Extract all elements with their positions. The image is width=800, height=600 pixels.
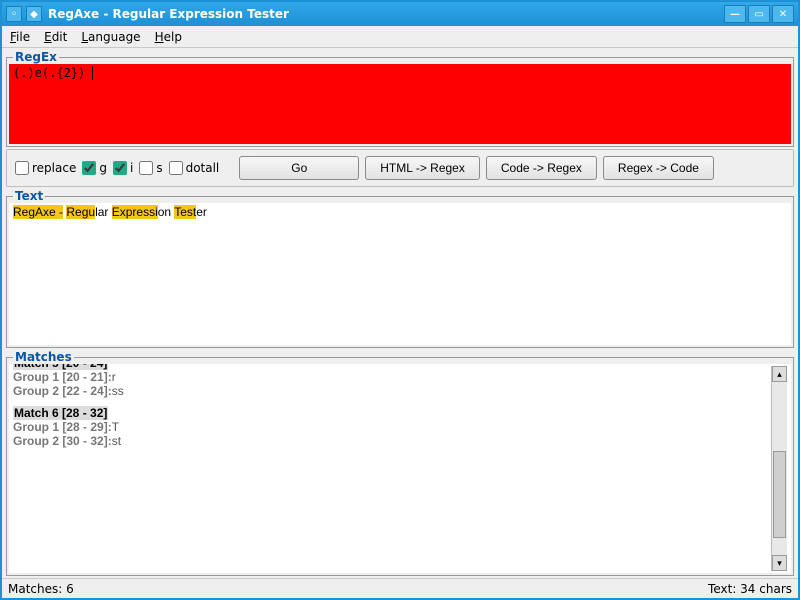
statusbar: Matches: 6 Text: 34 chars bbox=[2, 578, 798, 598]
titlebar: ◦ ◆ RegAxe - Regular Expression Tester —… bbox=[2, 2, 798, 26]
app-window: ◦ ◆ RegAxe - Regular Expression Tester —… bbox=[0, 0, 800, 600]
menu-help[interactable]: Help bbox=[155, 30, 182, 44]
menu-file[interactable]: File bbox=[10, 30, 30, 44]
regex-to-code-button[interactable]: Regex -> Code bbox=[603, 156, 714, 180]
dotall-checkbox[interactable]: dotall bbox=[169, 161, 220, 175]
html-to-regex-button[interactable]: HTML -> Regex bbox=[365, 156, 480, 180]
text-legend: Text bbox=[13, 189, 45, 203]
options-toolbar: replace g i s dotall Go HTML -> Regex Co… bbox=[6, 149, 794, 187]
i-checkbox[interactable]: i bbox=[113, 161, 133, 175]
matches-section: Matches Match 5 [20 - 24]Group 1 [20 - 2… bbox=[6, 350, 794, 576]
s-checkbox[interactable]: s bbox=[139, 161, 162, 175]
rollup-icon[interactable]: ◆ bbox=[26, 6, 42, 22]
matches-output: Match 5 [20 - 24]Group 1 [20 - 21]:rGrou… bbox=[9, 364, 791, 573]
scroll-track[interactable] bbox=[772, 382, 787, 555]
menu-edit[interactable]: Edit bbox=[44, 30, 67, 44]
menubar: File Edit Language Help bbox=[2, 26, 798, 48]
window-title: RegAxe - Regular Expression Tester bbox=[48, 7, 724, 21]
regex-input[interactable]: (.)e(.{2}) bbox=[9, 64, 791, 144]
status-matches: Matches: 6 bbox=[8, 582, 74, 596]
scroll-up-icon[interactable]: ▴ bbox=[772, 366, 787, 382]
maximize-button[interactable]: ▭ bbox=[748, 5, 770, 23]
matches-scrollbar[interactable]: ▴ ▾ bbox=[771, 366, 787, 571]
code-to-regex-button[interactable]: Code -> Regex bbox=[486, 156, 597, 180]
matches-legend: Matches bbox=[13, 350, 74, 364]
regex-legend: RegEx bbox=[13, 50, 59, 64]
scroll-thumb[interactable] bbox=[773, 451, 786, 538]
go-button[interactable]: Go bbox=[239, 156, 359, 180]
scroll-down-icon[interactable]: ▾ bbox=[772, 555, 787, 571]
menu-language[interactable]: Language bbox=[81, 30, 140, 44]
text-input[interactable]: RegAxe - Regular Expression Tester bbox=[9, 203, 791, 345]
g-checkbox[interactable]: g bbox=[82, 161, 107, 175]
replace-checkbox[interactable]: replace bbox=[15, 161, 76, 175]
sticky-icon[interactable]: ◦ bbox=[6, 6, 22, 22]
text-section: Text RegAxe - Regular Expression Tester bbox=[6, 189, 794, 348]
minimize-button[interactable]: — bbox=[724, 5, 746, 23]
close-button[interactable]: ✕ bbox=[772, 5, 794, 23]
content: RegEx (.)e(.{2}) replace g i s dotall Go… bbox=[2, 48, 798, 578]
regex-section: RegEx (.)e(.{2}) bbox=[6, 50, 794, 147]
status-chars: Text: 34 chars bbox=[708, 582, 792, 596]
